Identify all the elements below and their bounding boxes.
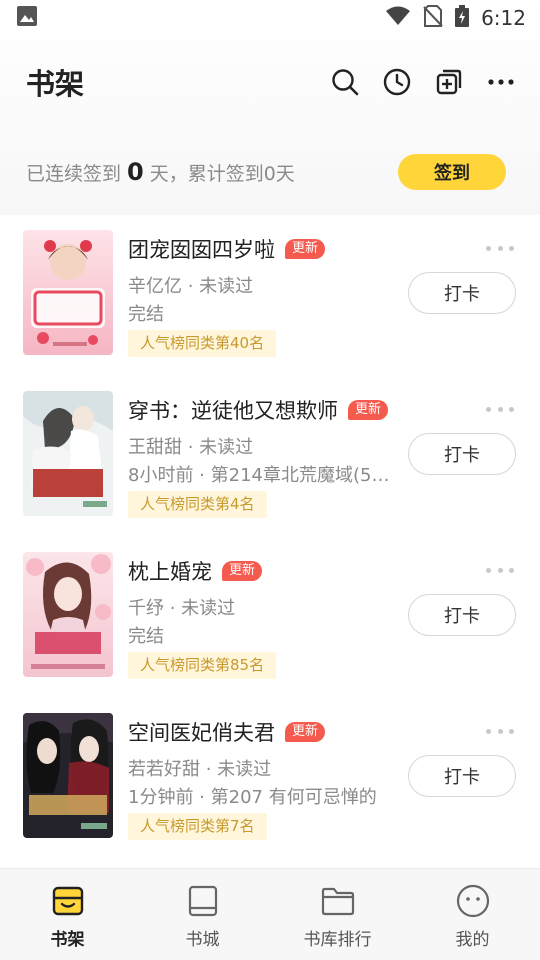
nav-label: 书架 <box>50 930 85 950</box>
book-item[interactable]: 穿书：逆徒他又想欺师 更新 王甜甜 · 未读过 8小时前 · 第214章北荒魔域… <box>0 391 540 552</box>
update-badge: 更新 <box>222 561 263 581</box>
signin-prefix: 已连续签到 <box>26 163 122 185</box>
signin-streak-days: 0 <box>127 158 144 186</box>
book-title[interactable]: 穿书：逆徒他又想欺师 <box>128 395 338 425</box>
signin-button[interactable]: 签到 <box>398 154 506 190</box>
bottom-nav: 书架 书城 书库排行 我的 <box>0 868 540 960</box>
book-cover[interactable] <box>23 552 113 677</box>
checkin-button[interactable]: 打卡 <box>408 272 516 314</box>
no-sim-icon <box>423 5 443 31</box>
book-item[interactable]: 枕上婚宠 更新 千纾 · 未读过 完结 人气榜同类第85名 打卡 <box>0 552 540 713</box>
book-icon <box>185 883 221 919</box>
book-item[interactable]: 团宠囡囡四岁啦 更新 辛亿亿 · 未读过 完结 人气榜同类第40名 打卡 <box>0 230 540 391</box>
book-author-status: 王甜甜 · 未读过 <box>128 437 254 458</box>
book-title[interactable]: 团宠囡囡四岁啦 <box>128 234 275 264</box>
nav-label: 我的 <box>455 930 490 950</box>
book-cover[interactable] <box>23 230 113 355</box>
nav-label: 书城 <box>185 930 220 950</box>
history-icon[interactable] <box>382 67 412 97</box>
signin-row: 已连续签到 0 天，累计签到0天 签到 <box>26 152 506 192</box>
battery-charging-icon <box>455 5 470 31</box>
book-progress: 8小时前 · 第214章北荒魔域(5)他... <box>128 465 396 486</box>
book-item[interactable]: 空间医妃俏夫君 更新 若若好甜 · 未读过 1分钟前 · 第207 有何可忌惮的… <box>0 713 540 874</box>
page-title: 书架 <box>26 67 85 101</box>
status-bar: 6:12 <box>0 0 540 36</box>
nav-item-ranking[interactable]: 书库排行 <box>270 869 405 960</box>
add-icon[interactable] <box>434 67 464 97</box>
book-cover[interactable] <box>23 391 113 516</box>
app-header: 书架 <box>0 52 540 112</box>
book-more-icon[interactable] <box>486 399 514 419</box>
checkin-button[interactable]: 打卡 <box>408 594 516 636</box>
image-icon <box>16 5 38 31</box>
more-icon[interactable] <box>486 67 516 97</box>
book-cover[interactable] <box>23 713 113 838</box>
book-more-icon[interactable] <box>486 238 514 258</box>
checkin-button[interactable]: 打卡 <box>408 433 516 475</box>
book-progress: 完结 <box>128 304 164 325</box>
book-author-status: 千纾 · 未读过 <box>128 598 236 619</box>
update-badge: 更新 <box>348 400 389 420</box>
nav-label: 书库排行 <box>303 930 372 950</box>
signin-suffix: 天，累计签到0天 <box>149 163 295 185</box>
update-badge: 更新 <box>285 239 326 259</box>
book-more-icon[interactable] <box>486 721 514 741</box>
book-list: 团宠囡囡四岁啦 更新 辛亿亿 · 未读过 完结 人气榜同类第40名 打卡 穿书：… <box>0 230 540 874</box>
checkin-button[interactable]: 打卡 <box>408 755 516 797</box>
book-more-icon[interactable] <box>486 560 514 580</box>
signin-status: 已连续签到 0 天，累计签到0天 <box>26 158 295 186</box>
rank-tag: 人气榜同类第4名 <box>128 491 267 518</box>
status-time: 6:12 <box>481 6 526 30</box>
rank-tag: 人气榜同类第85名 <box>128 652 277 679</box>
book-title[interactable]: 空间医妃俏夫君 <box>128 717 275 747</box>
book-title[interactable]: 枕上婚宠 <box>128 556 212 586</box>
nav-item-profile[interactable]: 我的 <box>405 869 540 960</box>
book-author-status: 若若好甜 · 未读过 <box>128 759 272 780</box>
search-icon[interactable] <box>330 67 360 97</box>
book-progress: 完结 <box>128 626 164 647</box>
wifi-icon <box>385 6 411 30</box>
update-badge: 更新 <box>285 722 326 742</box>
book-author-status: 辛亿亿 · 未读过 <box>128 276 254 297</box>
bookshelf-icon <box>50 883 86 919</box>
nav-item-bookshelf[interactable]: 书架 <box>0 869 135 960</box>
folder-icon <box>320 883 356 919</box>
nav-item-bookstore[interactable]: 书城 <box>135 869 270 960</box>
rank-tag: 人气榜同类第40名 <box>128 330 277 357</box>
book-progress: 1分钟前 · 第207 有何可忌惮的 <box>128 787 377 808</box>
profile-face-icon <box>455 883 491 919</box>
rank-tag: 人气榜同类第7名 <box>128 813 267 840</box>
